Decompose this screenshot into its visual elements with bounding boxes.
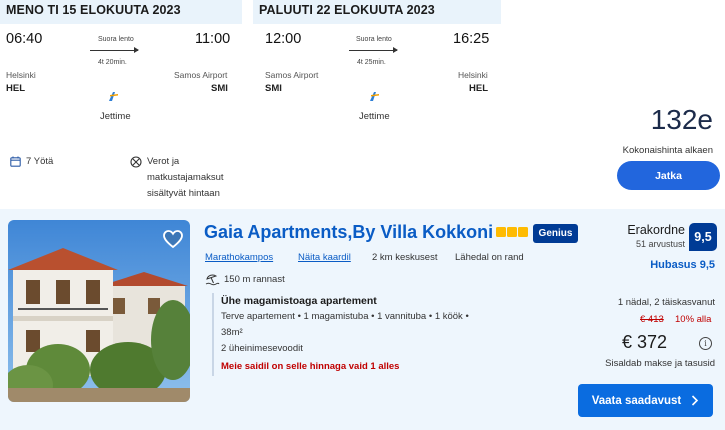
taxes-note: Verot ja matkustajamaksut sisältyvät hin…: [147, 154, 224, 202]
availability-warning: Meie saidil on selle hinnaga vaid 1 alle…: [221, 361, 400, 372]
package-price: 132e: [650, 104, 713, 135]
outbound-to-code: SMI: [211, 83, 228, 94]
taxes-note-line: sisältyvät hintaan: [147, 188, 220, 199]
outbound-from-code: HEL: [6, 83, 25, 94]
room-title: Ühe magamistoaga apartement: [221, 295, 377, 307]
chevron-right-icon: [692, 395, 699, 406]
inbound-from-city: Samos Airport: [265, 70, 319, 80]
outbound-duration: 4t 20min.: [98, 59, 127, 66]
inbound-from-code: SMI: [265, 83, 282, 94]
room-details: Ühe magamistoaga apartement Terve aparte…: [212, 293, 512, 376]
star-rating: [496, 227, 528, 237]
genius-badge: Genius: [533, 224, 578, 243]
old-price: € 413: [640, 314, 664, 325]
room-details-line: Terve apartement • 1 magamistuba • 1 van…: [221, 311, 469, 322]
inbound-arrow: [349, 47, 398, 53]
outbound-arrive-time: 11:00: [195, 31, 231, 47]
inbound-airline: Jettime: [359, 111, 390, 122]
hotel-name-link[interactable]: Gaia Apartments,By Villa Kokkoni: [204, 222, 493, 243]
inbound-depart-time: 12:00: [265, 31, 302, 47]
room-size: 38m²: [221, 327, 243, 338]
package-price-caption: Kokonaishinta alkaen: [622, 145, 713, 156]
room-beds: 2 üheinimesevoodit: [221, 343, 303, 354]
star-icon: [496, 227, 506, 237]
discount-label: 10% alla: [675, 314, 712, 325]
continue-button[interactable]: Jatka: [617, 161, 720, 190]
outbound-from-city: Helsinki: [6, 70, 36, 80]
taxes-included: Sisaldab makse ja tasusid: [605, 358, 715, 369]
price-info-icon[interactable]: i: [699, 337, 712, 350]
inbound-header: PALUUTI 22 ELOKUUTA 2023: [253, 0, 501, 24]
taxes-note-line: matkustajamaksut: [147, 172, 224, 183]
comfort-score: Hubasus 9,5: [650, 259, 715, 271]
beach-icon: [205, 274, 220, 286]
near-beach: Lähedal on rand: [455, 252, 524, 263]
star-icon: [507, 227, 517, 237]
distance-center: 2 km keskusest: [372, 252, 438, 263]
outbound-to-city: Samos Airport: [174, 70, 228, 80]
beach-distance-row: 150 m rannast: [205, 273, 285, 286]
favorite-heart-icon[interactable]: [162, 228, 184, 250]
outbound-airline: Jettime: [100, 111, 131, 122]
star-icon: [518, 227, 528, 237]
jettime-logo-icon: [109, 92, 118, 101]
inbound-duration: 4t 25min.: [357, 59, 386, 66]
beach-distance: 150 m rannast: [224, 274, 285, 285]
inbound-arrive-time: 16:25: [453, 31, 490, 47]
rating-word: Erakordne: [627, 223, 685, 237]
stay-length: 1 nädal, 2 täiskasvanut: [617, 297, 715, 308]
calendar-icon: [10, 156, 21, 167]
review-count[interactable]: 51 arvustust: [636, 239, 685, 249]
outbound-flight-type: Suora lento: [98, 36, 134, 43]
outbound-arrow: [90, 47, 139, 53]
nights-count: 7 Yötä: [26, 156, 54, 167]
outbound-header: MENO TI 15 ELOKUUTA 2023: [0, 0, 242, 24]
show-on-map-link[interactable]: Näita kaardil: [298, 252, 351, 263]
current-price: € 372: [622, 332, 668, 352]
location-link[interactable]: Marathokampos: [205, 252, 273, 263]
inbound-to-city: Helsinki: [458, 70, 488, 80]
hotel-card: Gaia Apartments,By Villa Kokkoni Genius …: [0, 209, 725, 430]
review-score-badge[interactable]: 9,5: [689, 223, 717, 251]
jettime-logo-icon: [370, 92, 379, 101]
outbound-depart-time: 06:40: [6, 31, 43, 47]
inbound-to-code: HEL: [469, 83, 488, 94]
no-fees-icon: [130, 156, 142, 168]
taxes-note-line: Verot ja: [147, 156, 180, 167]
see-availability-button[interactable]: Vaata saadavust: [578, 384, 713, 417]
inbound-flight-type: Suora lento: [356, 36, 392, 43]
see-availability-label: Vaata saadavust: [591, 394, 682, 407]
